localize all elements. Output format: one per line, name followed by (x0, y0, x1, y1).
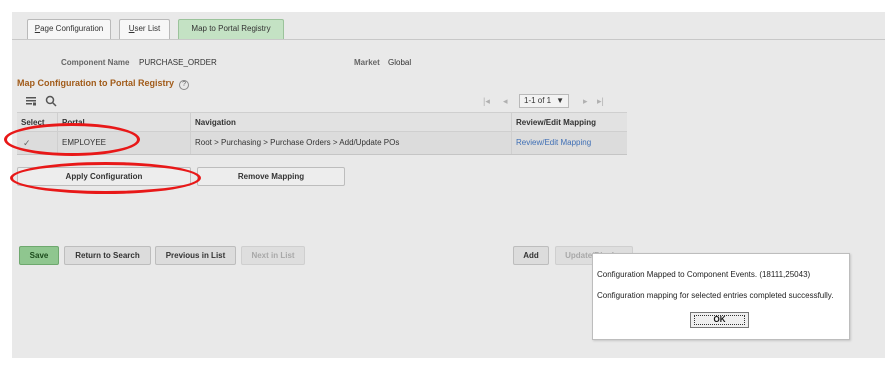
message-dialog: Configuration Mapped to Component Events… (592, 253, 850, 340)
tab-map-to-portal-registry[interactable]: Map to Portal Registry (178, 19, 284, 39)
add-button[interactable]: Add (513, 246, 549, 265)
next-page-icon[interactable]: ▸ (583, 94, 588, 108)
dialog-message-line-1: Configuration Mapped to Component Events… (597, 270, 811, 279)
component-name-value: PURCHASE_ORDER (139, 58, 217, 67)
grid-toolbar: |◂ ◂ 1-1 of 1 ▼ ▸ ▸| (17, 90, 627, 112)
first-page-icon[interactable]: |◂ (483, 94, 490, 108)
ok-button[interactable]: OK (690, 312, 749, 328)
column-header-navigation: Navigation (190, 113, 511, 131)
find-icon[interactable] (45, 95, 57, 107)
section-title: Map Configuration to Portal Registry? (17, 78, 190, 90)
market-value: Global (388, 58, 412, 67)
save-button[interactable]: Save (19, 246, 59, 265)
tab-divider (12, 39, 885, 40)
review-edit-mapping-link[interactable]: Review/Edit Mapping (516, 138, 591, 147)
market-label: Market (354, 58, 380, 67)
annotation-circle-employee-row (4, 123, 140, 156)
previous-page-icon[interactable]: ◂ (503, 94, 508, 108)
last-page-icon[interactable]: ▸| (597, 94, 604, 108)
grid-pager: |◂ ◂ 1-1 of 1 ▼ ▸ ▸| (475, 94, 615, 108)
dialog-message-line-2: Configuration mapping for selected entri… (597, 291, 834, 300)
personalize-grid-icon[interactable] (25, 95, 37, 107)
tab-page-configuration[interactable]: Page Configuration (27, 19, 111, 39)
dropdown-arrow-icon: ▼ (556, 96, 564, 105)
focus-ring (694, 315, 745, 325)
navigation-cell: Root > Purchasing > Purchase Orders > Ad… (190, 132, 511, 154)
help-icon[interactable]: ? (179, 80, 190, 90)
tab-user-list[interactable]: User List (119, 19, 170, 39)
next-in-list-button[interactable]: Next in List (241, 246, 305, 265)
return-to-search-button[interactable]: Return to Search (64, 246, 151, 265)
review-edit-cell: Review/Edit Mapping (511, 132, 627, 154)
annotation-circle-apply-button (10, 162, 201, 194)
component-name-label: Component Name (61, 58, 130, 67)
remove-mapping-button[interactable]: Remove Mapping (197, 167, 345, 186)
column-header-review-edit: Review/Edit Mapping (511, 113, 627, 131)
previous-in-list-button[interactable]: Previous in List (155, 246, 236, 265)
page-range-select[interactable]: 1-1 of 1 ▼ (519, 94, 569, 108)
